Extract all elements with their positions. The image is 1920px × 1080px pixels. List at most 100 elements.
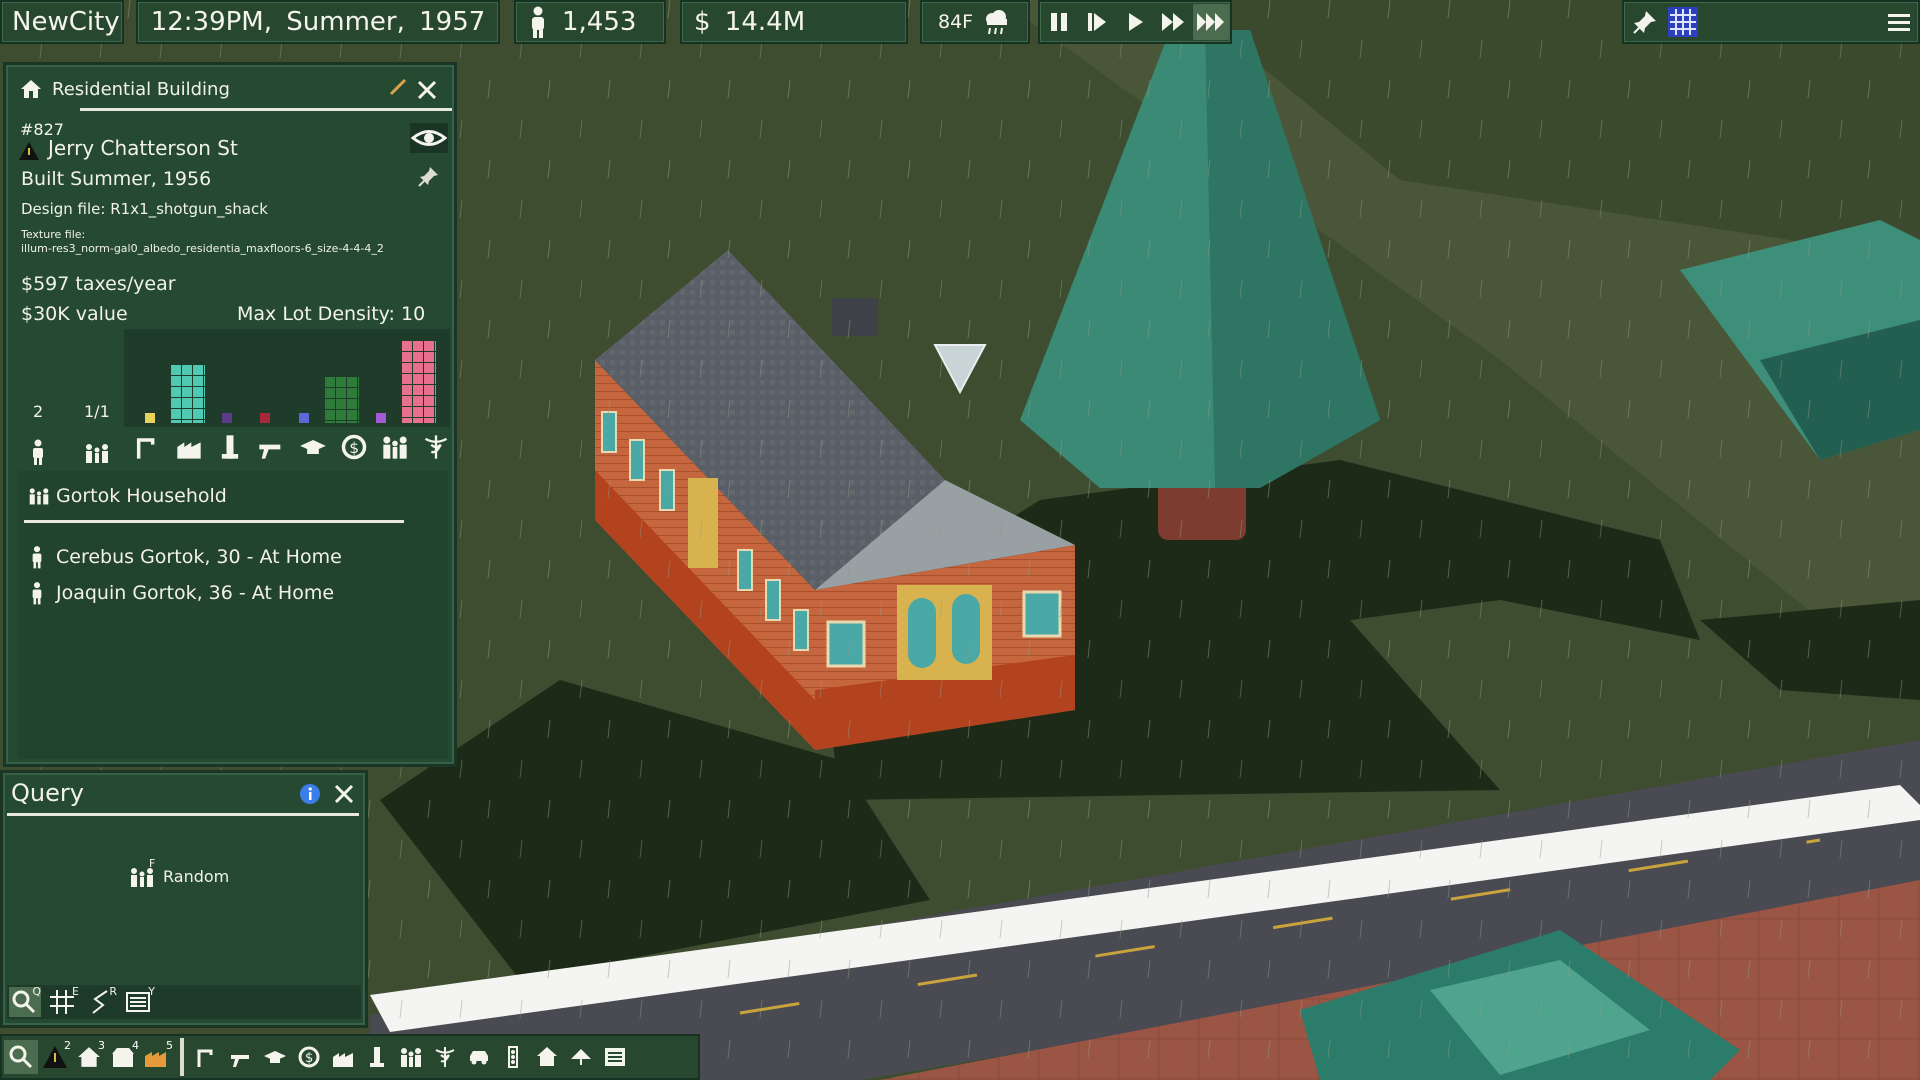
magnifier-icon (9, 1045, 33, 1069)
family-tool-button[interactable] (394, 1040, 428, 1074)
property-value: $30K value (21, 303, 128, 325)
query-tool-search[interactable]: Q (9, 985, 41, 1017)
education-tool-button[interactable] (258, 1040, 292, 1074)
family-icon[interactable] (381, 433, 409, 461)
medical-icon[interactable] (422, 433, 450, 461)
office-icon[interactable] (216, 433, 244, 461)
tool-key: Q (32, 985, 41, 998)
demand-bar-blue (297, 412, 309, 423)
education-icon[interactable] (299, 433, 327, 461)
family-icon (401, 1048, 421, 1067)
demand-bar-yellow (143, 412, 155, 423)
household-member[interactable]: Cerebus Gortok, 30 - At Home (30, 539, 342, 575)
step-icon (1088, 13, 1106, 31)
fast-forward-icon (1162, 13, 1184, 31)
top-right-tools (1622, 0, 1920, 44)
office-icon (370, 1047, 384, 1067)
tool-key: R (109, 985, 117, 998)
key-label: 2 (64, 1039, 71, 1052)
road-tool-button[interactable] (190, 1040, 224, 1074)
city-name: NewCity (12, 7, 120, 37)
family-icon (131, 868, 153, 887)
traffic-light-icon (508, 1046, 518, 1068)
bottom-tool-icons: $ (190, 1040, 632, 1074)
population-box[interactable]: 1,453 (514, 0, 666, 44)
demand-bar-teal (170, 364, 206, 423)
message-icon (605, 1048, 625, 1066)
message-tool-button[interactable] (598, 1040, 632, 1074)
menu-icon[interactable] (1888, 11, 1910, 33)
pin-icon[interactable] (418, 165, 440, 187)
design-file: Design file: R1x1_shotgun_shack (21, 200, 268, 218)
gun-tool-button[interactable] (224, 1040, 258, 1074)
taxes: $597 taxes/year (21, 273, 176, 295)
query-tool-route[interactable]: R (85, 985, 117, 1017)
query-tool-list[interactable]: Y (123, 985, 155, 1017)
info-icon[interactable] (299, 783, 321, 805)
max-lot-density: Max Lot Density: 10 (237, 303, 426, 325)
key-label: 4 (132, 1039, 139, 1052)
grid-icon[interactable] (1668, 7, 1698, 37)
commercial-tool-button[interactable]: 4 (106, 1039, 140, 1074)
park-tool-button[interactable] (564, 1040, 598, 1074)
industrial-tool-button[interactable]: 5 (140, 1039, 174, 1074)
demand-bar-pink (401, 340, 437, 423)
household-member[interactable]: Joaquin Gortok, 36 - At Home (30, 575, 342, 611)
person-icon (33, 439, 43, 465)
city-name-box[interactable]: NewCity (0, 0, 124, 44)
traffic-light-tool-button[interactable] (496, 1040, 530, 1074)
household-underline (24, 520, 404, 523)
house-icon (21, 80, 41, 98)
play-button[interactable] (1117, 4, 1153, 40)
svg-text:$: $ (305, 1051, 313, 1066)
office-tool-button[interactable] (360, 1040, 394, 1074)
medical-icon (435, 1047, 455, 1067)
factory-tool-button[interactable] (326, 1040, 360, 1074)
svg-text:$: $ (349, 439, 359, 457)
money-box[interactable]: $ 14.4M (680, 0, 908, 44)
demand-bar-violet (374, 412, 386, 423)
money-icon[interactable]: $ (340, 433, 368, 461)
query-tools: Q E R Y (9, 985, 155, 1017)
pin-icon[interactable] (1632, 9, 1658, 35)
household-name[interactable]: Gortok Household (56, 485, 227, 507)
bottom-toolbar: 2 3 4 5 $ (0, 1034, 700, 1080)
texture-label: Texture file: (21, 228, 86, 241)
built-date: Built Summer, 1956 (21, 168, 212, 190)
fastest-button[interactable] (1193, 4, 1229, 40)
gun-icon[interactable] (257, 433, 285, 461)
demand-bar-red (259, 412, 271, 423)
query-tool-button[interactable] (4, 1040, 38, 1074)
visibility-eye-icon[interactable] (410, 123, 448, 153)
person-icon (32, 546, 42, 569)
street-name[interactable]: Jerry Chatterson St (48, 136, 238, 160)
pause-icon (1051, 13, 1067, 31)
key-label: 5 (166, 1039, 173, 1052)
residential-tool-button[interactable]: 3 (72, 1039, 106, 1074)
panel-title: Residential Building (52, 79, 230, 100)
house-tool-button[interactable] (530, 1040, 564, 1074)
close-icon[interactable] (416, 79, 438, 101)
factory-icon[interactable] (175, 433, 203, 461)
household-member-label: Cerebus Gortok, 30 - At Home (56, 546, 342, 568)
car-tool-button[interactable] (462, 1040, 496, 1074)
random-button[interactable]: F Random (129, 857, 229, 887)
texture-file: illum-res3_norm-gal0_albedo_residentia_m… (21, 242, 384, 255)
fast-button[interactable] (1155, 4, 1191, 40)
weather-box[interactable]: 84F (920, 0, 1030, 44)
step-button[interactable] (1079, 4, 1115, 40)
house-icon (537, 1047, 557, 1066)
close-icon[interactable] (333, 783, 355, 805)
person-icon (532, 6, 544, 38)
random-key: F (149, 857, 156, 870)
query-tool-grid[interactable]: E (47, 985, 79, 1017)
warning-tool-button[interactable]: 2 (38, 1039, 72, 1074)
edit-pencil-icon[interactable] (388, 77, 408, 97)
demand-bar-green (324, 376, 360, 423)
key-label: 3 (98, 1039, 105, 1052)
pause-button[interactable] (1041, 4, 1077, 40)
road-icon[interactable] (134, 433, 162, 461)
money-tool-button[interactable]: $ (292, 1040, 326, 1074)
population-value: 1,453 (562, 7, 637, 37)
medical-tool-button[interactable] (428, 1040, 462, 1074)
